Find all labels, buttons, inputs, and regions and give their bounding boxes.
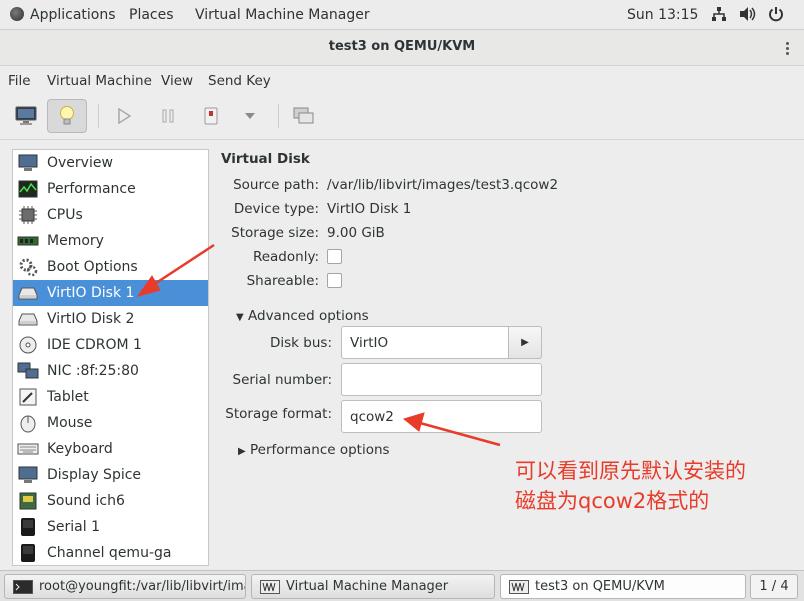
vmm-icon [509, 579, 529, 594]
vmm-icon [260, 579, 280, 594]
taskbar: root@youngfit:/var/lib/libvirt/ima... Vi… [0, 570, 804, 601]
annotation-line-2: 磁盘为qcow2格式的 [515, 489, 710, 513]
workspace-pager[interactable]: 1 / 4 [750, 574, 798, 599]
task-terminal[interactable]: root@youngfit:/var/lib/libvirt/ima... [4, 574, 246, 599]
task-test3[interactable]: test3 on QEMU/KVM [500, 574, 746, 599]
arrow-to-disk [136, 243, 215, 297]
task-label: Virtual Machine Manager [286, 579, 449, 594]
task-label: test3 on QEMU/KVM [535, 579, 665, 594]
terminal-icon [13, 579, 33, 594]
task-label: root@youngfit:/var/lib/libvirt/ima... [39, 579, 246, 594]
task-vmm[interactable]: Virtual Machine Manager [251, 574, 495, 599]
arrow-to-qcow2 [402, 412, 501, 447]
annotation-line-1: 可以看到原先默认安装的 [515, 459, 746, 483]
